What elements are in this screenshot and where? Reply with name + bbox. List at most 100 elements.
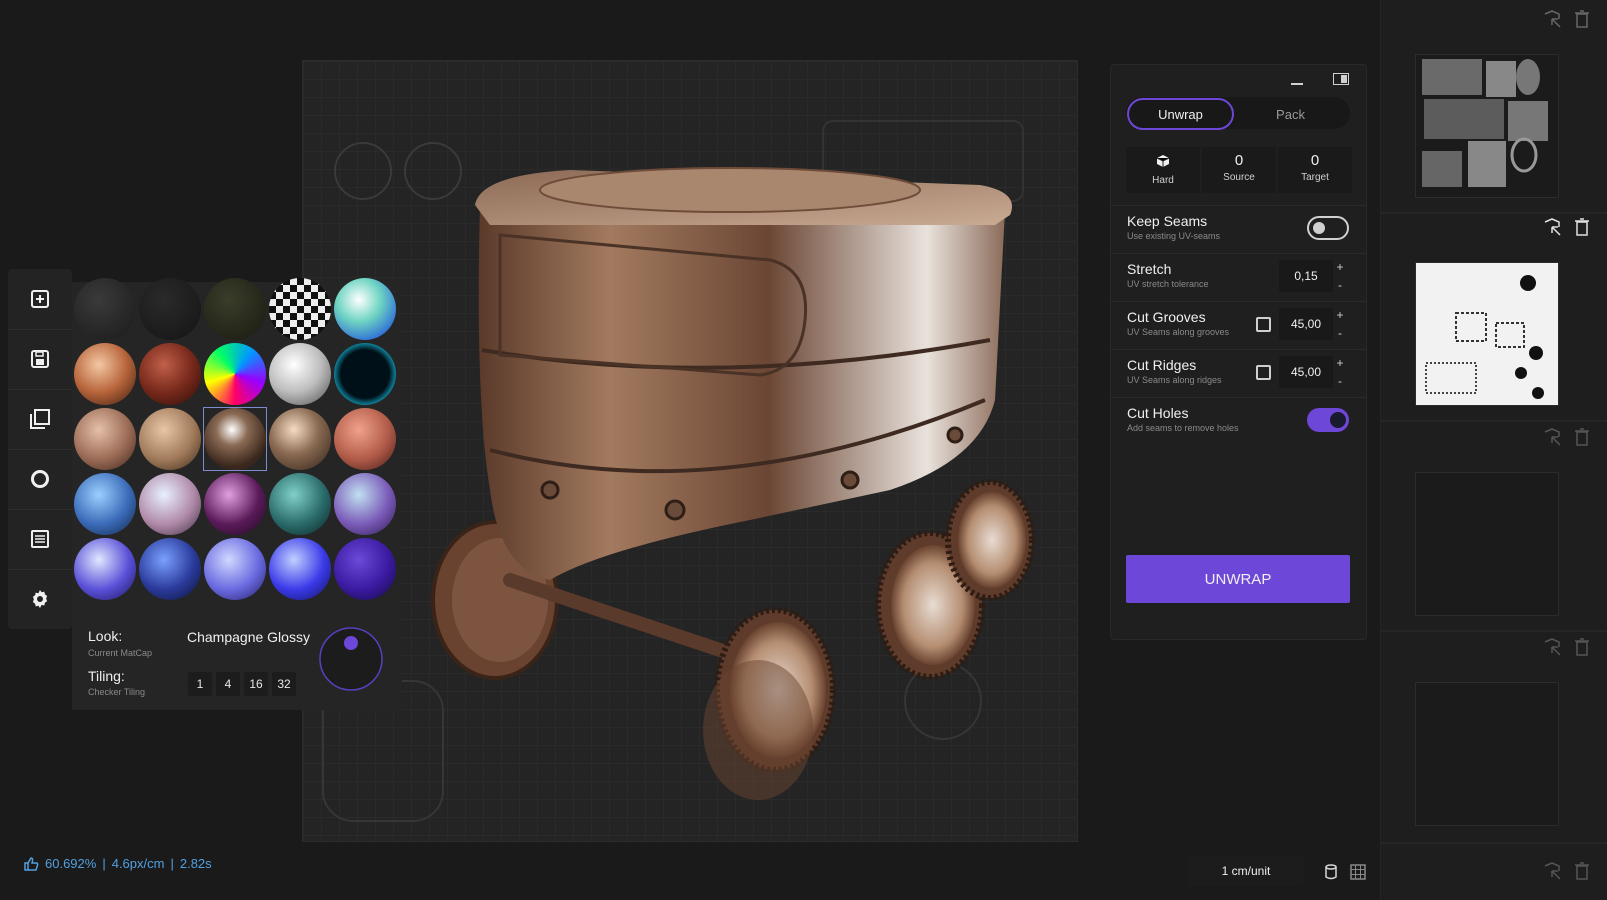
row-cut-grooves: Cut Grooves UV Seams along grooves 45,00… (1111, 301, 1366, 350)
density-value: 4.6px/cm (111, 856, 165, 871)
matcap-swatch[interactable] (204, 343, 266, 405)
divider (1381, 420, 1607, 422)
save-button[interactable] (8, 329, 72, 390)
matcap-swatch[interactable] (139, 343, 201, 405)
unwrap-button[interactable]: UNWRAP (1126, 555, 1350, 603)
matcap-swatch[interactable] (74, 473, 136, 535)
matcap-swatch[interactable] (269, 408, 331, 470)
matcap-swatch[interactable] (139, 538, 201, 600)
matcap-swatch[interactable] (74, 538, 136, 600)
matcap-swatch[interactable] (74, 343, 136, 405)
stretch-input[interactable]: 0,15 (1279, 260, 1333, 292)
separator: | (102, 856, 106, 871)
uv-set-actions (1543, 638, 1589, 656)
uv-thumbnail-empty[interactable] (1415, 472, 1559, 616)
look-label: Look: (88, 628, 123, 644)
cut-ridges-title: Cut Ridges (1127, 357, 1197, 373)
matcap-swatch[interactable] (269, 343, 331, 405)
tab-unwrap[interactable]: Unwrap (1127, 98, 1234, 130)
dock-icon[interactable] (1333, 73, 1349, 85)
time-value: 2.82s (179, 856, 212, 871)
settings-button[interactable] (8, 569, 72, 629)
matcap-swatch[interactable] (269, 278, 331, 340)
uv-preview-image (1416, 263, 1558, 405)
uv-thumbnail[interactable] (1415, 54, 1559, 198)
matcap-swatch[interactable] (334, 538, 396, 600)
divider (1381, 630, 1607, 632)
uv-sets-sidebar (1380, 0, 1607, 900)
tiling-option[interactable]: 32 (272, 672, 296, 696)
cut-grooves-checkbox[interactable] (1256, 317, 1271, 332)
uv-set-actions (1543, 10, 1589, 28)
matcap-swatch[interactable] (139, 473, 201, 535)
units-selector[interactable]: 1 cm/unit (1188, 856, 1304, 886)
stat-value: 0 (1234, 152, 1244, 169)
tiling-option[interactable]: 4 (216, 672, 240, 696)
stretch-title: Stretch (1127, 261, 1172, 277)
matcap-swatch[interactable] (269, 538, 331, 600)
select-icon[interactable] (1543, 862, 1563, 880)
tiling-option[interactable]: 16 (244, 672, 268, 696)
trash-icon[interactable] (1575, 428, 1589, 446)
cut-ridges-input[interactable]: 45,00 (1279, 356, 1333, 388)
row-cut-holes: Cut Holes Add seams to remove holes (1111, 397, 1366, 446)
trash-icon[interactable] (1575, 10, 1589, 28)
select-icon[interactable] (1543, 638, 1563, 656)
keep-seams-sub: Use existing UV-seams (1127, 231, 1221, 241)
matcap-swatch[interactable] (204, 538, 266, 600)
stretch-decrement[interactable]: - (1333, 277, 1347, 293)
separator: | (170, 856, 174, 871)
matcap-panel: Look: Current MatCap Champagne Glossy Ti… (72, 278, 402, 710)
uv-grid-icon[interactable] (1350, 864, 1366, 880)
keep-seams-toggle[interactable] (1307, 216, 1349, 240)
select-icon[interactable] (1543, 10, 1563, 28)
cut-ridges-checkbox[interactable] (1256, 365, 1271, 380)
select-icon[interactable] (1543, 218, 1563, 236)
matcap-swatch[interactable] (334, 343, 396, 405)
quality-value: 60.692% (45, 856, 97, 871)
tiling-option[interactable]: 1 (188, 672, 212, 696)
trash-icon[interactable] (1575, 638, 1589, 656)
3d-model-robot-cart[interactable] (420, 150, 1080, 810)
cut-grooves-decrement[interactable]: - (1333, 325, 1347, 341)
tiling-sub: Checker Tiling (88, 687, 146, 697)
cut-ridges-increment[interactable]: + (1333, 355, 1347, 371)
matcap-swatch[interactable] (334, 473, 396, 535)
cube-icon (1156, 155, 1170, 167)
uv-preview-image (1416, 55, 1558, 197)
tab-pack[interactable]: Pack (1238, 98, 1343, 130)
thumbs-up-icon (24, 856, 39, 871)
matcap-swatch[interactable] (74, 278, 136, 340)
minimize-icon[interactable] (1291, 83, 1303, 85)
matcap-swatch[interactable] (269, 473, 331, 535)
stat-label: Hard (1152, 175, 1174, 186)
cut-grooves-increment[interactable]: + (1333, 307, 1347, 323)
add-button[interactable] (8, 269, 72, 330)
matcap-swatch[interactable] (334, 278, 396, 340)
select-icon[interactable] (1543, 428, 1563, 446)
stretch-increment[interactable]: + (1333, 259, 1347, 275)
uv-thumbnail-active[interactable] (1415, 262, 1559, 406)
cut-holes-toggle[interactable] (1307, 408, 1349, 432)
tiling-label: Tiling: (88, 668, 125, 684)
matcap-swatch[interactable] (204, 278, 266, 340)
matcap-swatch[interactable] (204, 473, 266, 535)
layers-icon (30, 409, 50, 429)
list-button[interactable] (8, 509, 72, 570)
trash-icon[interactable] (1575, 218, 1589, 236)
matcap-button[interactable] (8, 449, 72, 510)
trash-icon[interactable] (1575, 862, 1589, 880)
stretch-sub: UV stretch tolerance (1127, 279, 1209, 289)
matcap-swatch[interactable] (139, 408, 201, 470)
cut-holes-title: Cut Holes (1127, 405, 1189, 421)
cylinder-icon[interactable] (1325, 864, 1337, 880)
cut-ridges-decrement[interactable]: - (1333, 373, 1347, 389)
matcap-swatch[interactable] (74, 408, 136, 470)
gear-icon (32, 590, 48, 608)
matcap-swatch[interactable] (334, 408, 396, 470)
cut-grooves-input[interactable]: 45,00 (1279, 308, 1333, 340)
matcap-swatch[interactable] (139, 278, 201, 340)
uv-thumbnail-empty[interactable] (1415, 682, 1559, 826)
layers-button[interactable] (8, 389, 72, 450)
light-direction-dial[interactable] (318, 626, 384, 692)
